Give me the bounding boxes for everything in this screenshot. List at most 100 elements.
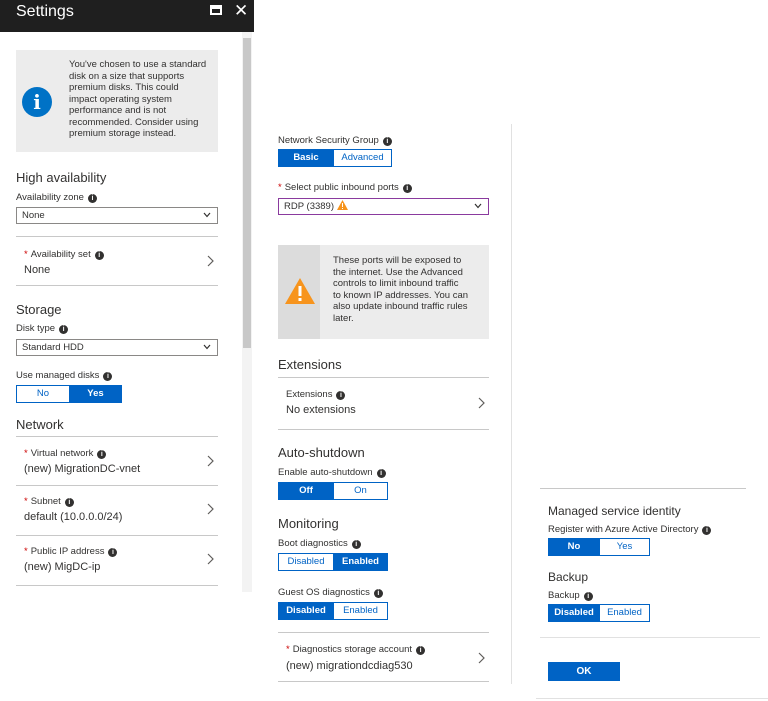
scrollbar[interactable] — [242, 32, 252, 592]
info-icon: i — [336, 391, 346, 400]
boot-diagnostics-toggle[interactable]: Disabled Enabled — [278, 553, 388, 571]
disk-type-select[interactable]: Standard HDD — [16, 339, 218, 356]
info-icon: i — [87, 194, 97, 203]
info-icon: i — [376, 469, 386, 478]
maximize-icon[interactable] — [210, 5, 222, 15]
disk-type-label: Disk type i — [16, 323, 69, 334]
info-icon: i — [59, 325, 69, 334]
info-icon: i — [416, 646, 426, 655]
chevron-down-icon — [203, 212, 211, 218]
availability-zone-select[interactable]: None — [16, 207, 218, 224]
guest-os-diagnostics-toggle[interactable]: Disabled Enabled — [278, 602, 388, 620]
msi-toggle[interactable]: No Yes — [548, 538, 650, 556]
inbound-ports-label: * Select public inbound ports i — [278, 182, 412, 193]
backup-label: Backup i — [548, 590, 593, 601]
high-availability-heading: High availability — [16, 170, 107, 185]
info-icon: i — [94, 251, 104, 260]
diagnostics-storage-picker[interactable]: * Diagnostics storage account i (new) migr… — [278, 632, 489, 682]
chevron-right-icon — [207, 553, 214, 565]
extensions-heading: Extensions — [278, 357, 342, 372]
guest-os-diagnostics-label: Guest OS diagnostics i — [278, 587, 383, 598]
subnet-picker[interactable]: * Subnet i default (10.0.0.0/24) — [16, 486, 218, 536]
auto-shutdown-heading: Auto-shutdown — [278, 445, 365, 460]
backup-toggle[interactable]: Disabled Enabled — [548, 604, 650, 622]
warning-icon — [285, 278, 315, 304]
network-heading: Network — [16, 417, 64, 432]
auto-shutdown-label: Enable auto-shutdown i — [278, 467, 386, 478]
extensions-picker[interactable]: Extensions i No extensions — [278, 377, 489, 430]
info-icon: i — [373, 589, 383, 598]
virtual-network-picker[interactable]: * Virtual network i (new) MigrationDC-vnet — [16, 436, 218, 486]
ports-warning-box: These ports will be exposed to the inter… — [278, 245, 489, 339]
chevron-right-icon — [207, 255, 214, 267]
msi-label: Register with Azure Active Directory i — [548, 524, 712, 535]
virtual-network-value: (new) MigrationDC-vnet — [24, 463, 141, 475]
managed-disks-yes[interactable]: Yes — [69, 386, 121, 402]
boot-diagnostics-enabled[interactable]: Enabled — [333, 554, 387, 570]
msi-no[interactable]: No — [549, 539, 599, 555]
subnet-value: default (10.0.0.0/24) — [24, 511, 123, 523]
public-ip-label: * Public IP address i — [24, 546, 118, 557]
warning-icon — [337, 200, 348, 210]
diagnostics-storage-label: * Diagnostics storage account i — [286, 644, 426, 655]
auto-shutdown-toggle[interactable]: Off On — [278, 482, 388, 500]
managed-disks-label: Use managed disks i — [16, 370, 113, 381]
ports-warning-text: These ports will be exposed to the inter… — [333, 255, 469, 324]
managed-disks-no[interactable]: No — [17, 386, 69, 402]
diagnostics-storage-value: (new) migrationdcdiag530 — [286, 660, 413, 672]
nsg-label: Network Security Group i — [278, 135, 392, 146]
blade-titlebar: Settings ✕ — [0, 0, 254, 32]
info-icon: i — [103, 372, 113, 381]
info-icon: i — [351, 540, 361, 549]
msi-heading: Managed service identity — [548, 504, 681, 518]
boot-diagnostics-disabled[interactable]: Disabled — [279, 554, 333, 570]
availability-set-picker[interactable]: * Availability set i None — [16, 236, 218, 286]
nsg-basic[interactable]: Basic — [279, 150, 333, 166]
inbound-ports-select[interactable]: RDP (3389) — [278, 198, 489, 215]
info-icon: i — [702, 526, 712, 535]
public-ip-value: (new) MigDC-ip — [24, 561, 101, 573]
nsg-advanced[interactable]: Advanced — [333, 150, 391, 166]
monitoring-heading: Monitoring — [278, 516, 339, 531]
notice-text: You've chosen to use a standard disk on … — [69, 59, 207, 139]
chevron-right-icon — [478, 397, 485, 409]
chevron-right-icon — [478, 652, 485, 664]
settings-blade: Settings ✕ i You've chosen to use a stan… — [0, 0, 254, 592]
virtual-network-label: * Virtual network i — [24, 448, 107, 459]
msi-yes[interactable]: Yes — [599, 539, 649, 555]
guest-os-diagnostics-enabled[interactable]: Enabled — [333, 603, 387, 619]
info-icon: i — [64, 498, 74, 507]
info-icon: i — [583, 592, 593, 601]
close-icon[interactable]: ✕ — [234, 1, 248, 21]
divider — [536, 698, 768, 699]
auto-shutdown-off[interactable]: Off — [279, 483, 333, 499]
availability-set-label: * Availability set i — [24, 249, 104, 260]
info-icon: i — [382, 137, 392, 146]
backup-heading: Backup — [548, 570, 589, 584]
identity-backup-panel: Managed service identity Register with A… — [536, 486, 768, 701]
network-settings-panel: Network Security Group i Basic Advanced *… — [270, 124, 512, 684]
availability-set-value: None — [24, 264, 51, 276]
chevron-down-icon — [203, 344, 211, 350]
info-icon: i — [402, 184, 412, 193]
nsg-toggle[interactable]: Basic Advanced — [278, 149, 392, 167]
scrollbar-thumb[interactable] — [243, 38, 251, 348]
chevron-right-icon — [207, 503, 214, 515]
extensions-label: Extensions i — [286, 389, 346, 400]
backup-enabled[interactable]: Enabled — [599, 605, 649, 621]
public-ip-picker[interactable]: * Public IP address i (new) MigDC-ip — [16, 536, 218, 586]
chevron-right-icon — [207, 455, 214, 467]
availability-zone-label: Availability zone i — [16, 192, 97, 203]
backup-disabled[interactable]: Disabled — [549, 605, 599, 621]
premium-disk-notice: i You've chosen to use a standard disk o… — [16, 50, 218, 152]
storage-heading: Storage — [16, 302, 62, 317]
info-icon: i — [22, 87, 52, 117]
auto-shutdown-on[interactable]: On — [333, 483, 387, 499]
info-icon: i — [97, 450, 107, 459]
ok-button[interactable]: OK — [548, 662, 620, 681]
subnet-label: * Subnet i — [24, 496, 74, 507]
divider — [540, 637, 760, 638]
chevron-down-icon — [474, 203, 482, 209]
guest-os-diagnostics-disabled[interactable]: Disabled — [279, 603, 333, 619]
managed-disks-toggle[interactable]: No Yes — [16, 385, 122, 403]
